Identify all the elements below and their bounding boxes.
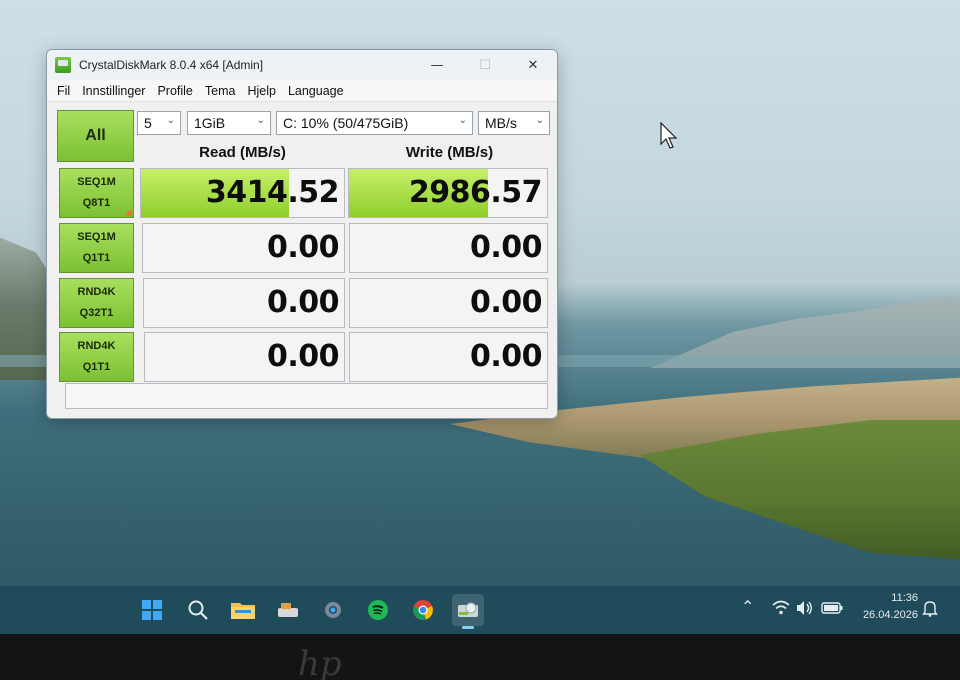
- clock[interactable]: 11:36 26.04.2026: [863, 590, 918, 624]
- test-button-seq1m-q1t1[interactable]: SEQ1M Q1T1: [59, 223, 134, 273]
- read-value: 3414.52: [205, 175, 340, 210]
- write-result-cell: 0.00: [349, 223, 548, 273]
- test-type: SEQ1M: [77, 231, 116, 243]
- write-result-cell: 2986.57: [348, 168, 548, 218]
- window-title: CrystalDiskMark 8.0.4 x64 [Admin]: [79, 58, 264, 72]
- crystaldiskmark-icon: [458, 602, 478, 617]
- write-result-cell: 0.00: [349, 278, 548, 328]
- test-button-seq1m-q8t1[interactable]: SEQ1M Q8T1: [59, 168, 134, 218]
- read-result-cell: 0.00: [144, 332, 345, 382]
- read-result-cell: 0.00: [143, 278, 345, 328]
- spotify-icon: [368, 600, 388, 620]
- size-value: 1GiB: [194, 115, 226, 131]
- close-button[interactable]: ✕: [509, 50, 557, 80]
- tray-overflow-chevron[interactable]: ⌃: [741, 597, 754, 617]
- crystaldiskmark-app-icon: [55, 57, 71, 73]
- test-queue: Q1T1: [82, 361, 111, 373]
- read-result-cell: 3414.52: [140, 168, 345, 218]
- read-result-cell: 0.00: [142, 223, 345, 273]
- notification-bell-icon[interactable]: [922, 599, 938, 617]
- battery-icon[interactable]: [821, 602, 843, 614]
- size-select[interactable]: 1GiB ⌄: [187, 111, 271, 135]
- wifi-icon[interactable]: [772, 600, 790, 616]
- minimize-button[interactable]: —: [413, 50, 461, 80]
- taskbar: ⌃ 11:36 26.04.2026: [0, 586, 960, 634]
- chevron-down-icon: ⌄: [166, 115, 175, 126]
- write-value: 0.00: [469, 230, 543, 265]
- windows-logo-icon: [142, 600, 162, 620]
- search-button[interactable]: [182, 594, 214, 626]
- title-bar[interactable]: CrystalDiskMark 8.0.4 x64 [Admin] — ☐ ✕: [47, 50, 557, 80]
- clock-time: 11:36: [891, 592, 918, 604]
- write-value: 2986.57: [408, 175, 543, 210]
- laptop-bezel: hp: [0, 634, 960, 680]
- unit-value: MB/s: [485, 115, 517, 131]
- unit-select[interactable]: MB/s ⌄: [478, 111, 550, 135]
- test-queue: Q1T1: [82, 252, 111, 264]
- count-value: 5: [144, 115, 152, 131]
- search-icon: [188, 600, 208, 620]
- folder-icon: [231, 603, 255, 619]
- disk-tool-icon: [278, 603, 298, 617]
- test-type: RND4K: [77, 286, 116, 298]
- read-column-header: Read (MB/s): [199, 144, 286, 161]
- menu-fil[interactable]: Fil: [51, 84, 76, 98]
- chevron-down-icon: ⌄: [535, 115, 544, 126]
- menu-bar: Fil Innstillinger Profile Tema Hjelp Lan…: [47, 80, 557, 102]
- crystaldiskmark-taskbar-button[interactable]: [452, 594, 484, 629]
- laptop-logo: hp: [298, 644, 342, 680]
- crystaldiskmark-window: CrystalDiskMark 8.0.4 x64 [Admin] — ☐ ✕ …: [46, 49, 558, 419]
- maximize-button[interactable]: ☐: [461, 50, 509, 80]
- menu-hjelp[interactable]: Hjelp: [241, 84, 282, 98]
- drive-select[interactable]: C: 10% (50/475GiB) ⌄: [276, 111, 473, 135]
- test-queue: Q32T1: [79, 307, 114, 319]
- menu-language[interactable]: Language: [282, 84, 350, 98]
- chrome-button[interactable]: [407, 594, 439, 626]
- menu-profile[interactable]: Profile: [151, 84, 198, 98]
- volume-icon[interactable]: [796, 600, 814, 616]
- test-type: SEQ1M: [77, 176, 116, 188]
- chevron-down-icon: ⌄: [458, 115, 467, 126]
- selected-marker-icon: [124, 208, 132, 216]
- drive-value: C: 10% (50/475GiB): [283, 115, 409, 131]
- status-bar: [65, 383, 548, 409]
- settings-button[interactable]: [317, 594, 349, 626]
- spotify-button[interactable]: [362, 594, 394, 626]
- test-button-rnd4k-q32t1[interactable]: RND4K Q32T1: [59, 278, 134, 328]
- read-value: 0.00: [266, 230, 340, 265]
- test-type: RND4K: [77, 340, 116, 352]
- test-button-rnd4k-q1t1[interactable]: RND4K Q1T1: [59, 332, 134, 382]
- menu-tema[interactable]: Tema: [199, 84, 242, 98]
- write-value: 0.00: [469, 285, 543, 320]
- read-value: 0.00: [266, 285, 340, 320]
- write-value: 0.00: [469, 339, 543, 374]
- write-column-header: Write (MB/s): [405, 144, 494, 161]
- count-select[interactable]: 5 ⌄: [137, 111, 181, 135]
- file-explorer-button[interactable]: [227, 594, 259, 626]
- chrome-icon: [413, 600, 433, 620]
- test-queue: Q8T1: [82, 197, 111, 209]
- clock-date: 26.04.2026: [862, 609, 918, 621]
- gear-icon: [325, 602, 341, 618]
- start-button[interactable]: [136, 594, 168, 626]
- all-button[interactable]: All: [57, 110, 134, 162]
- chevron-down-icon: ⌄: [256, 115, 265, 126]
- read-value: 0.00: [266, 339, 340, 374]
- menu-innstillinger[interactable]: Innstillinger: [76, 84, 151, 98]
- app-button[interactable]: [272, 594, 304, 626]
- mouse-cursor-icon: [660, 122, 678, 149]
- write-result-cell: 0.00: [349, 332, 548, 382]
